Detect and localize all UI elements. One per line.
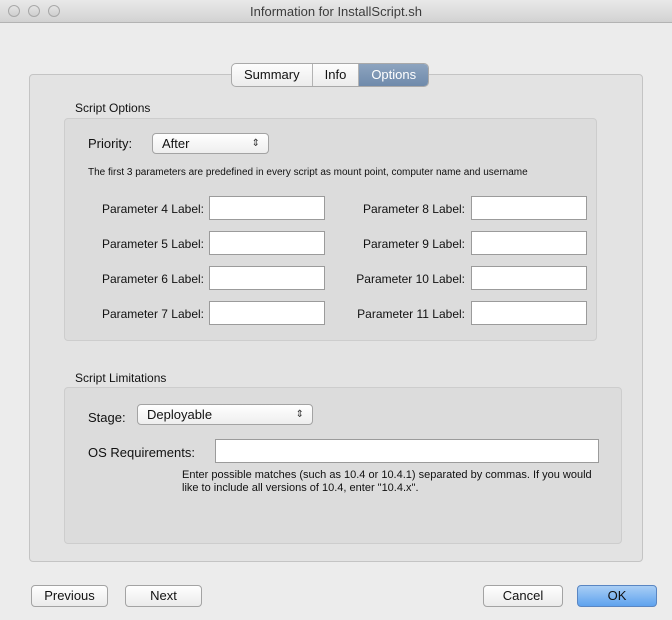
script-options-heading: Script Options xyxy=(75,101,151,115)
parameter-5-field[interactable] xyxy=(209,231,325,255)
parameter-7-field[interactable] xyxy=(209,301,325,325)
priority-value: After xyxy=(162,136,190,151)
parameter-9-field[interactable] xyxy=(471,231,587,255)
script-limitations-heading: Script Limitations xyxy=(75,371,167,385)
parameter-4-field[interactable] xyxy=(209,196,325,220)
parameters-note: The first 3 parameters are predefined in… xyxy=(88,167,528,178)
window-title: Information for InstallScript.sh xyxy=(250,4,422,19)
stage-label: Stage: xyxy=(88,410,126,425)
tab-info[interactable]: Info xyxy=(313,64,360,86)
parameter-8-label: Parameter 8 Label: xyxy=(362,202,465,216)
os-requirements-help: Enter possible matches (such as 10.4 or … xyxy=(182,469,592,494)
popup-arrows-icon: ⇕ xyxy=(251,138,260,149)
parameter-11-label: Parameter 11 Label: xyxy=(357,307,465,321)
priority-label: Priority: xyxy=(88,136,133,151)
info-window: Information for InstallScript.sh Summary… xyxy=(0,0,672,620)
parameter-10-field[interactable] xyxy=(471,266,587,290)
parameter-10-label: Parameter 10 Label: xyxy=(356,272,465,286)
parameter-5-label: Parameter 5 Label: xyxy=(101,237,204,251)
popup-arrows-icon: ⇕ xyxy=(295,409,304,420)
tab-bar: Summary Info Options xyxy=(231,63,430,87)
title-bar[interactable]: Information for InstallScript.sh xyxy=(0,0,672,23)
ok-button[interactable]: OK xyxy=(577,585,657,607)
os-requirements-label: OS Requirements: xyxy=(88,445,195,460)
cancel-button[interactable]: Cancel xyxy=(483,585,563,607)
next-button[interactable]: Next xyxy=(125,585,202,607)
tab-options[interactable]: Options xyxy=(359,64,429,86)
priority-popup[interactable]: After ⇕ xyxy=(152,133,269,154)
parameter-11-field[interactable] xyxy=(471,301,587,325)
tab-summary[interactable]: Summary xyxy=(232,64,313,86)
os-requirements-field[interactable] xyxy=(215,439,599,463)
parameter-7-label: Parameter 7 Label: xyxy=(101,307,204,321)
parameter-6-label: Parameter 6 Label: xyxy=(101,272,204,286)
parameter-6-field[interactable] xyxy=(209,266,325,290)
parameter-4-label: Parameter 4 Label: xyxy=(101,202,204,216)
parameter-8-field[interactable] xyxy=(471,196,587,220)
stage-popup[interactable]: Deployable ⇕ xyxy=(137,404,313,425)
previous-button[interactable]: Previous xyxy=(31,585,108,607)
stage-value: Deployable xyxy=(147,407,213,422)
parameter-9-label: Parameter 9 Label: xyxy=(362,237,465,251)
